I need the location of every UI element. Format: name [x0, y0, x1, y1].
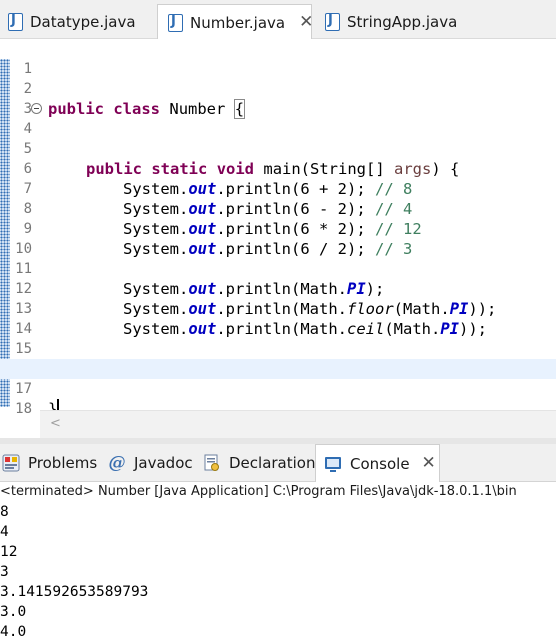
declaration-icon — [204, 454, 219, 471]
tab-declaration[interactable]: Declaration — [203, 444, 316, 482]
console-status-line: <terminated> Number [Java Application] C… — [0, 484, 517, 499]
code-line[interactable]: 11 System.out.println(Math.PI); — [0, 239, 556, 298]
tab-problems[interactable]: Problems — [0, 444, 104, 482]
problems-icon — [2, 454, 20, 472]
code-line-current[interactable]: 17 } — [0, 359, 556, 418]
code-line[interactable]: 7 System.out.println(6 - 2); // 4 — [0, 159, 556, 218]
code-line[interactable]: 8 System.out.println(6 * 2); // 12 — [0, 179, 556, 238]
code-line[interactable]: 14 — [0, 299, 556, 337]
code-line[interactable]: 1 — [0, 39, 556, 77]
view-tab-bar: Problems @ Javadoc Declaration Console ✕ — [0, 444, 556, 482]
tab-label: Javadoc — [134, 454, 193, 472]
console-output[interactable]: 8 4 12 3 3.141592653589793 3.0 4.0 — [0, 502, 556, 639]
editor-tab-bar: Datatype.java Number.java ✕ StringApp.ja… — [0, 0, 556, 40]
code-line[interactable]: 10 — [0, 219, 556, 257]
tab-console[interactable]: Console ✕ — [315, 444, 440, 482]
tab-label: StringApp.java — [347, 12, 458, 31]
tab-label: Declaration — [229, 454, 316, 472]
javadoc-icon: @ — [108, 453, 126, 473]
code-line[interactable]: 4 public static void main(String[] args)… — [0, 99, 556, 178]
tab-datatype-java[interactable]: Datatype.java — [0, 4, 156, 39]
code-line[interactable]: 18 — [0, 379, 556, 417]
code-editor[interactable]: 1 2 public class Number { 3 4 public sta… — [0, 39, 556, 418]
horizontal-scrollbar[interactable]: < — [40, 410, 556, 438]
tab-stringapp-java[interactable]: StringApp.java — [313, 4, 556, 39]
console-icon — [325, 456, 341, 472]
code-line[interactable]: 15 } — [0, 319, 556, 378]
code-line[interactable]: 13 System.out.println(Math.ceil(Math.PI)… — [0, 279, 556, 338]
console-line: 4 — [0, 524, 9, 540]
scroll-left-icon[interactable]: < — [50, 416, 61, 431]
console-line: 3.141592653589793 — [0, 584, 149, 600]
code-line[interactable]: 3 — [0, 79, 556, 117]
tab-label: Problems — [28, 454, 98, 472]
close-icon[interactable]: ✕ — [299, 14, 313, 31]
code-line[interactable]: 16 — [0, 339, 556, 377]
tab-label: Console — [350, 454, 410, 473]
java-file-icon — [8, 12, 23, 31]
tab-javadoc[interactable]: @ Javadoc — [108, 444, 198, 482]
code-line[interactable]: 5 — [0, 119, 556, 157]
java-file-icon — [325, 12, 340, 31]
console-line: 4.0 — [0, 624, 27, 639]
console-line: 8 — [0, 504, 9, 520]
tab-label: Datatype.java — [30, 12, 136, 31]
code-line[interactable]: 12 System.out.println(Math.floor(Math.PI… — [0, 259, 556, 318]
fold-collapse-icon[interactable] — [31, 103, 42, 114]
code-line[interactable]: 9 System.out.println(6 / 2); // 3 — [0, 199, 556, 258]
console-line: 12 — [0, 544, 18, 560]
code-line[interactable]: 6 System.out.println(6 + 2); // 8 — [0, 139, 556, 198]
code-line[interactable]: 2 public class Number { — [0, 59, 556, 119]
line-number: 18 — [15, 401, 32, 417]
console-line: 3.0 — [0, 604, 27, 620]
tab-number-java[interactable]: Number.java ✕ — [157, 4, 313, 40]
tab-label: Number.java — [190, 13, 286, 32]
close-icon[interactable]: ✕ — [422, 455, 436, 472]
java-file-icon — [168, 13, 183, 32]
console-line: 3 — [0, 564, 9, 580]
